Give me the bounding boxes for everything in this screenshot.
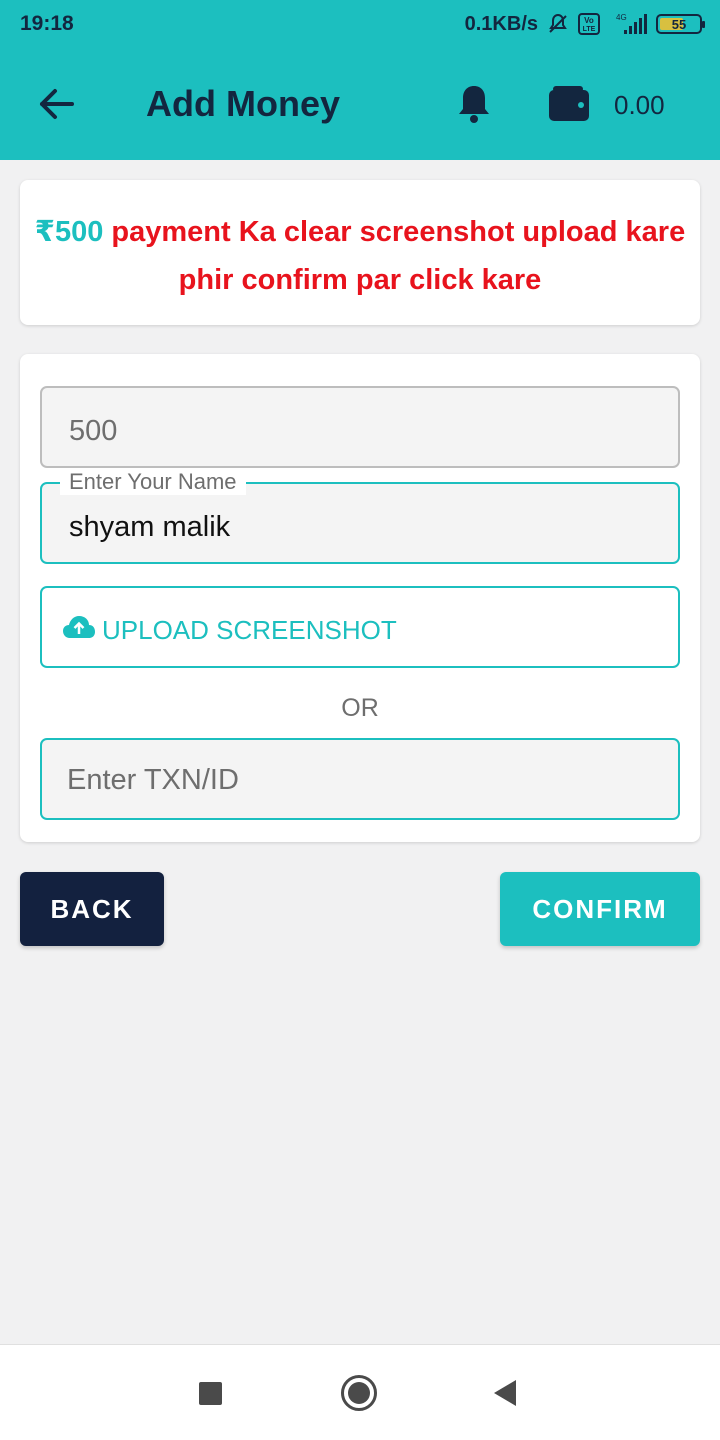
status-bar: 19:18 0.1KB/s Vo LTE 4G 55	[0, 0, 720, 48]
upload-screenshot-label: UPLOAD SCREENSHOT	[102, 615, 397, 645]
wallet-balance[interactable]: 0.00	[614, 90, 665, 121]
signal-icon: 4G	[616, 13, 647, 34]
notice-card: ₹500 payment Ka clear screenshot upload …	[20, 180, 700, 325]
bell-icon[interactable]	[455, 83, 493, 125]
svg-text:LTE: LTE	[583, 26, 596, 33]
amount-value: 500	[69, 415, 118, 447]
txn-id-field[interactable]	[40, 738, 680, 820]
name-value: shyam malik	[69, 511, 231, 543]
mute-bell-icon	[549, 13, 567, 33]
confirm-button[interactable]: CONFIRM	[500, 872, 700, 946]
name-field-label: Enter Your Name	[60, 469, 246, 495]
notice-message: payment Ka clear screenshot upload kare …	[103, 216, 686, 296]
status-time: 19:18	[20, 12, 74, 35]
nav-back-icon[interactable]	[494, 1380, 516, 1406]
wallet-icon[interactable]	[547, 85, 591, 123]
battery-level: 55	[671, 16, 687, 32]
recents-icon[interactable]	[199, 1382, 222, 1405]
back-arrow-icon[interactable]	[34, 82, 78, 126]
system-nav-bar	[0, 1344, 720, 1440]
txn-id-input[interactable]	[67, 762, 657, 798]
amount-field[interactable]: 500	[40, 386, 680, 468]
svg-text:4G: 4G	[616, 13, 627, 22]
upload-screenshot-button[interactable]: UPLOAD SCREENSHOT	[40, 586, 680, 668]
cloud-upload-icon	[63, 616, 95, 638]
name-field[interactable]: Enter Your Name shyam malik	[40, 469, 680, 564]
battery-icon: 55	[656, 14, 705, 34]
or-divider: OR	[341, 694, 379, 722]
svg-text:Vo: Vo	[584, 16, 594, 25]
status-icons: 0.1KB/s Vo LTE 4G 55	[464, 8, 705, 40]
back-button[interactable]: BACK	[20, 872, 164, 946]
app-bar: Add Money 0.00	[0, 48, 720, 160]
payment-form: 500 Enter Your Name shyam malik UPLOAD S…	[20, 354, 700, 842]
notice-amount: ₹500	[34, 216, 104, 248]
notice-text: ₹500 payment Ka clear screenshot upload …	[20, 208, 700, 304]
page-title: Add Money	[146, 83, 340, 124]
net-speed: 0.1KB/s	[464, 12, 538, 35]
volte-icon: Vo LTE	[578, 13, 600, 35]
home-icon[interactable]	[341, 1375, 377, 1411]
